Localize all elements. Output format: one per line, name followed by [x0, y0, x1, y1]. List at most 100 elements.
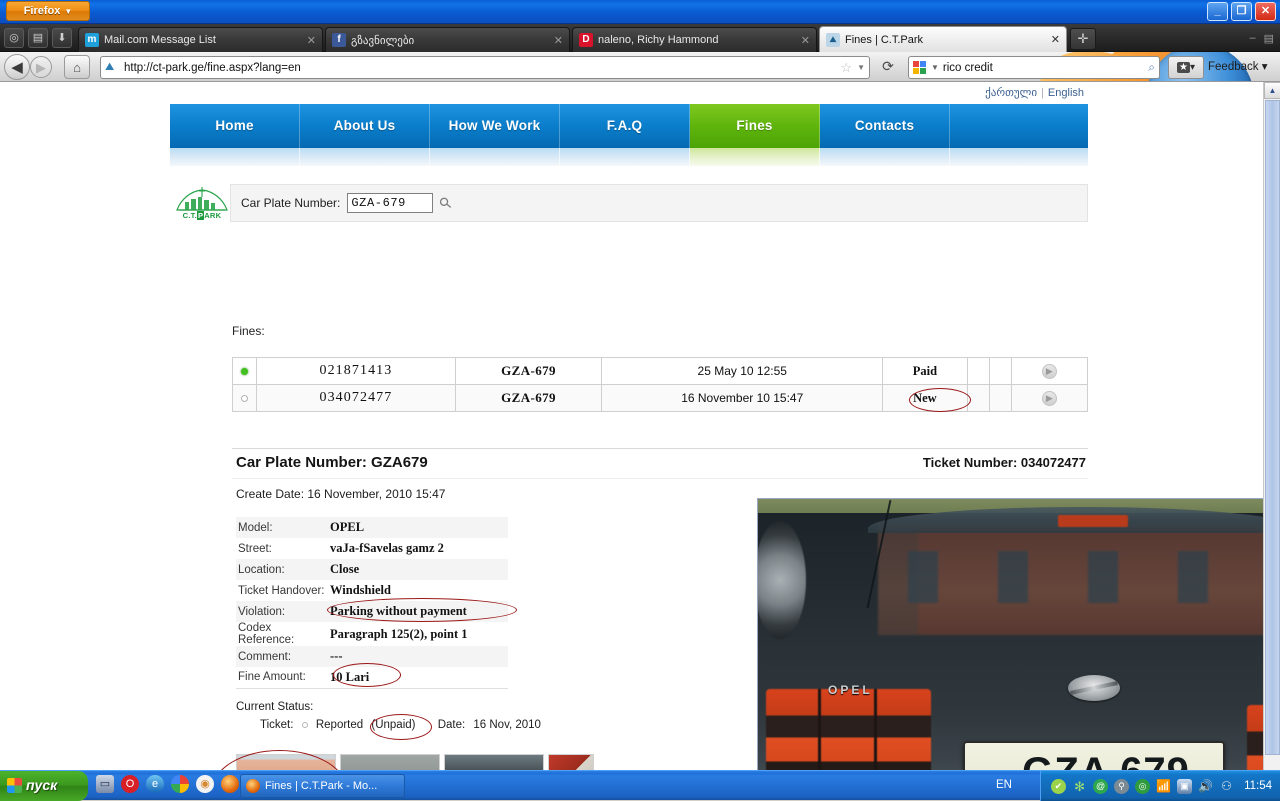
show-desktop-icon[interactable]: ▭ [96, 775, 114, 793]
search-icon[interactable]: ⌕ [1148, 60, 1155, 75]
tabstrip-minimize-icon[interactable]: – [1249, 32, 1255, 45]
avast-icon[interactable]: ◉ [196, 775, 214, 793]
search-input[interactable]: rico credit [943, 62, 1144, 74]
language-link-english[interactable]: English [1044, 87, 1088, 99]
browser-tab-3[interactable]: ⛰ Fines | C.T.Park ✕ [819, 26, 1067, 52]
home-button[interactable]: ⌂ [64, 55, 90, 79]
tab-favicon-icon: f [332, 33, 346, 47]
taskbar-window-item[interactable]: Fines | C.T.Park - Mo... [240, 774, 405, 798]
photo-thumbnail[interactable] [340, 754, 440, 770]
fact-key: Comment: [236, 646, 328, 667]
internet-explorer-icon[interactable]: e [146, 775, 164, 793]
photo-thumbnail[interactable]: GZA 679 [444, 754, 544, 770]
status-detail-row: Ticket: Reported (Unpaid) Date: 16 Nov, … [236, 719, 546, 731]
photo-thumbnail[interactable] [548, 754, 594, 770]
firefox-app-menu-button[interactable]: Firefox ▼ [6, 1, 90, 21]
fine-details-cell[interactable]: ▶ [1010, 384, 1089, 412]
at-sign-icon[interactable]: @ [1093, 778, 1109, 794]
chevron-down-icon: ▾ [1261, 61, 1268, 73]
language-indicator[interactable]: EN [996, 779, 1012, 791]
page-title: Car Plate Number: GZA679 [236, 454, 428, 471]
fine-datetime: 25 May 10 12:55 [601, 357, 884, 385]
plate-country-code: GEO [965, 743, 989, 770]
nav-item-fines[interactable]: Fines [690, 104, 820, 148]
table-row[interactable]: 021871413 GZA-679 25 May 10 12:55 Paid ▶ [231, 357, 1089, 385]
photo-opel-badge: OPEL [828, 683, 873, 697]
search-icon[interactable]: ⚲ [435, 193, 456, 213]
status-date-label: Date: [437, 719, 466, 731]
browser-tab-1[interactable]: f გზავნილები ✕ [325, 27, 570, 52]
antivirus-shield-icon[interactable]: ✔ [1051, 778, 1067, 794]
save-icon[interactable]: ▤ [28, 28, 48, 48]
nav-item-contacts[interactable]: Contacts [820, 104, 950, 148]
search-bar[interactable]: ▼ rico credit ⌕ [908, 56, 1160, 79]
tab-close-icon[interactable]: ✕ [801, 34, 810, 47]
fact-row: Fine Amount: 10 Lari [236, 667, 508, 689]
maximize-button[interactable]: ❐ [1231, 2, 1252, 21]
record-icon[interactable]: ◎ [4, 28, 24, 48]
chevron-down-icon[interactable]: ▼ [931, 63, 939, 72]
photo-thumbnail[interactable] [236, 754, 336, 770]
play-arrow-icon[interactable]: ▶ [1041, 364, 1057, 379]
network-icon[interactable]: ▣ [1177, 778, 1193, 794]
download-icon[interactable]: ⬇ [52, 28, 72, 48]
chrome-icon[interactable] [171, 775, 189, 793]
tab-title: Fines | C.T.Park [845, 33, 924, 46]
table-row[interactable]: 034072477 GZA-679 16 November 10 15:47 N… [231, 384, 1089, 412]
tab-close-icon[interactable]: ✕ [1051, 33, 1060, 46]
nav-item-home[interactable]: Home [170, 104, 300, 148]
magnifier-icon[interactable]: ⚲ [1114, 778, 1130, 794]
car-plate-input[interactable] [347, 193, 434, 213]
chevron-down-icon[interactable]: ▼ [857, 63, 865, 72]
opera-icon[interactable]: O [121, 775, 139, 793]
site-logo[interactable]: C.T.PARK [175, 185, 229, 225]
back-button[interactable]: ◀ [4, 54, 30, 80]
minimize-button[interactable]: _ [1207, 2, 1228, 21]
photo-taillight-right [1247, 705, 1263, 770]
start-button[interactable]: пуск [0, 771, 88, 801]
power-plug-icon[interactable]: ⚇ [1219, 779, 1234, 794]
plate-search-label: Car Plate Number: [241, 196, 341, 210]
tabstrip-restore-icon[interactable]: ▤ [1264, 32, 1274, 45]
browser-tab-0[interactable]: m Mail.com Message List ✕ [78, 27, 323, 52]
snowflake-icon[interactable]: ✻ [1072, 779, 1087, 794]
fine-details-cell[interactable]: ▶ [1010, 357, 1089, 385]
fine-status: New [882, 384, 968, 412]
volume-icon[interactable]: 🔊 [1198, 779, 1213, 794]
tab-title: naleno, Richy Hammond [598, 34, 719, 46]
clock[interactable]: 11:54 [1244, 780, 1272, 792]
shield-icon[interactable]: ◎ [1135, 778, 1151, 794]
bookmark-star-icon[interactable]: ☆ [840, 60, 852, 76]
feedback-button[interactable]: Feedback ▾ [1208, 57, 1268, 78]
forward-button[interactable]: ▶ [30, 56, 52, 78]
firefox-icon[interactable] [221, 775, 239, 793]
photo-taillight-left [766, 689, 931, 770]
fine-datetime: 16 November 10 15:47 [601, 384, 884, 412]
google-icon [913, 60, 927, 75]
language-link-georgian[interactable]: ქართული [981, 87, 1041, 99]
photo-brake-light [1058, 515, 1128, 527]
tab-close-icon[interactable]: ✕ [554, 34, 563, 47]
system-tray: ✔ ✻ @ ⚲ ◎ 📶 ▣ 🔊 ⚇ 11:54 [1040, 771, 1280, 801]
new-tab-button[interactable]: ✛ [1070, 28, 1096, 50]
play-arrow-icon[interactable]: ▶ [1041, 391, 1057, 406]
close-button[interactable]: ✕ [1255, 2, 1276, 21]
chevron-down-icon: ▼ [64, 7, 73, 16]
fine-spacer-cell-a [966, 357, 990, 385]
address-bar[interactable]: ⛰ http://ct-park.ge/fine.aspx?lang=en ☆ … [100, 56, 870, 79]
scroll-up-arrow-icon[interactable]: ▲ [1264, 82, 1280, 99]
bookmarks-button[interactable]: ★ ▾ [1168, 56, 1204, 79]
browser-tab-2[interactable]: D naleno, Richy Hammond ✕ [572, 27, 817, 52]
wifi-icon[interactable]: 📶 [1156, 779, 1171, 794]
nav-item-about-us[interactable]: About Us [300, 104, 430, 148]
status-ticket-label: Ticket: [260, 719, 294, 731]
tab-close-icon[interactable]: ✕ [307, 34, 316, 47]
evidence-photo[interactable]: OPEL CALIBRA 16V GEO GZA 679 [757, 498, 1263, 770]
photo-building-reflection [878, 525, 1263, 635]
scrollbar-thumb[interactable] [1265, 100, 1280, 755]
reload-button[interactable]: ⟳ [878, 57, 898, 77]
vertical-scrollbar[interactable]: ▲ [1263, 82, 1280, 770]
nav-item-how-we-work[interactable]: How We Work [430, 104, 560, 148]
nav-item-faq[interactable]: F.A.Q [560, 104, 690, 148]
status-dot-grey-icon [241, 395, 249, 402]
